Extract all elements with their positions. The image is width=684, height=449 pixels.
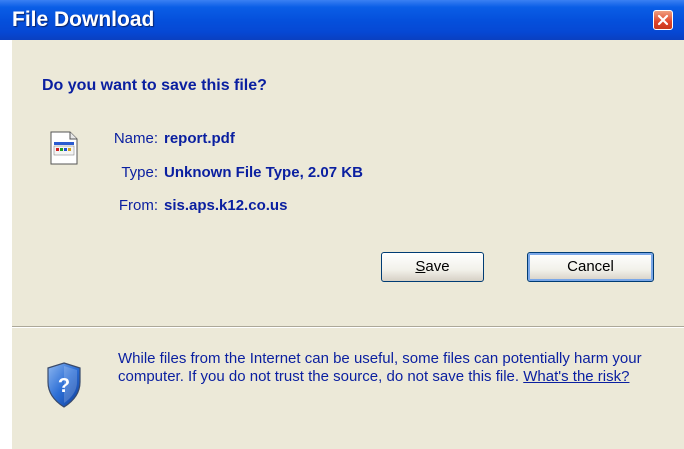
security-warning: While files from the Internet can be use…	[118, 350, 658, 386]
file-source: sis.aps.k12.co.us	[164, 197, 288, 214]
name-label: Name:	[113, 130, 158, 147]
close-icon	[657, 14, 669, 26]
type-label: Type:	[121, 164, 158, 181]
name-row: Name: report.pdf	[98, 130, 235, 147]
file-name: report.pdf	[164, 130, 235, 147]
type-row: Type: Unknown File Type, 2.07 KB	[98, 164, 363, 181]
file-download-dialog: File Download Do you want to save this f…	[0, 0, 684, 449]
file-type: Unknown File Type, 2.07 KB	[164, 164, 363, 181]
title-bar[interactable]: File Download	[0, 0, 684, 40]
svg-text:?: ?	[58, 375, 70, 397]
window-title: File Download	[12, 8, 155, 31]
question-heading: Do you want to save this file?	[42, 77, 267, 94]
whats-the-risk-link[interactable]: What's the risk?	[523, 368, 629, 385]
cancel-button[interactable]: Cancel	[527, 252, 654, 282]
shield-icon: ?	[46, 362, 82, 413]
from-row: From: sis.aps.k12.co.us	[98, 197, 288, 214]
dialog-body: Do you want to save this file? Name: repo…	[12, 40, 684, 449]
save-button[interactable]: Save	[381, 252, 484, 282]
close-button[interactable]	[653, 10, 673, 30]
file-icon	[50, 131, 78, 170]
save-mnemonic: S	[415, 258, 426, 275]
separator	[12, 326, 684, 328]
from-label: From:	[118, 197, 158, 214]
save-label: ave	[425, 258, 450, 275]
